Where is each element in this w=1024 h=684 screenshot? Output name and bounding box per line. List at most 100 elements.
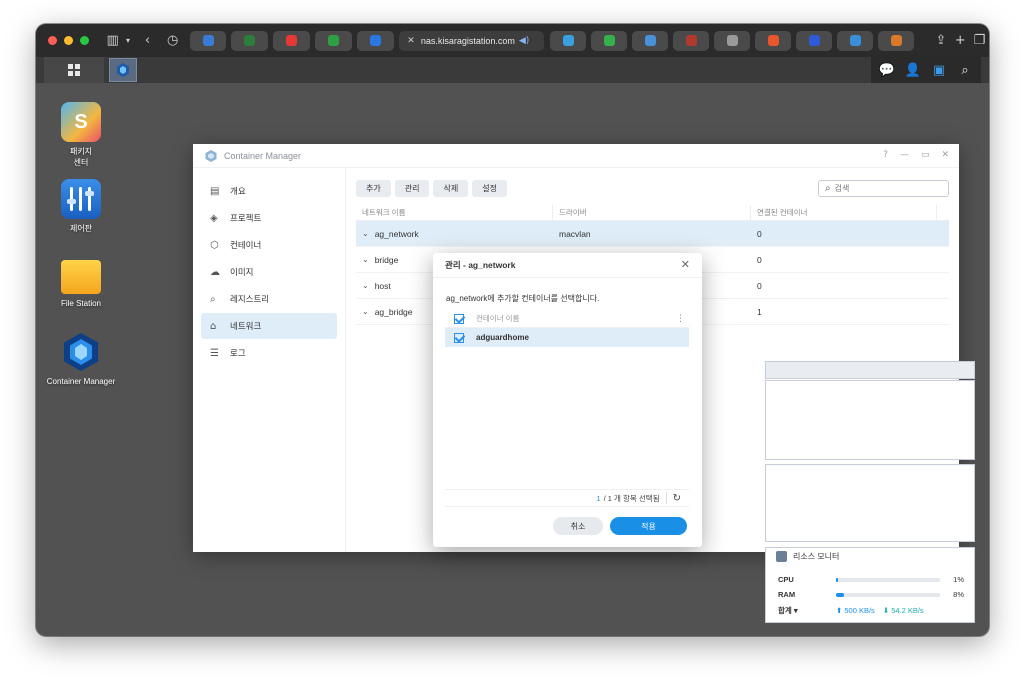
refresh-icon[interactable]: ↻ — [673, 493, 681, 504]
chevron-down-icon[interactable]: ⌄ — [362, 307, 369, 316]
total-selector[interactable]: 합계 ▾ — [778, 605, 836, 616]
dialog-title: 관리 - ag_network — [433, 253, 702, 278]
network-name: bridge — [374, 254, 399, 265]
search-icon[interactable]: ⌕ — [955, 63, 975, 78]
address-tab[interactable]: ✕ nas.kisaragistation.com ◀) — [399, 30, 545, 51]
maximize-icon[interactable]: ▭ — [921, 150, 930, 160]
minimize-window-button[interactable] — [64, 36, 73, 45]
browser-tab[interactable] — [591, 30, 628, 51]
browser-tab[interactable] — [273, 30, 311, 51]
table-row[interactable]: ⌄ ag_network macvlan 0 — [356, 221, 949, 247]
container-count-cell: 0 — [757, 280, 762, 291]
column-header-driver[interactable]: 드라이버 — [553, 205, 751, 220]
tab-favicon-icon — [685, 35, 697, 46]
desktop-file-station[interactable]: File Station — [36, 256, 126, 309]
browser-tab[interactable] — [673, 30, 710, 51]
settings-button[interactable]: 설정 — [472, 180, 507, 197]
close-icon[interactable]: ✕ — [941, 150, 949, 160]
widgets-icon[interactable]: ▣ — [929, 63, 949, 78]
back-icon[interactable]: ‹ — [138, 33, 157, 48]
tab-favicon-icon — [726, 35, 738, 46]
main-menu-button[interactable] — [44, 57, 104, 83]
widget-title: 리소스 모니터 — [793, 552, 840, 561]
help-icon[interactable]: ? — [883, 150, 888, 160]
column-header-containers[interactable]: 연결된 컨테이너 — [751, 205, 937, 220]
tab-favicon-icon — [244, 35, 256, 46]
cancel-button[interactable]: 취소 — [553, 517, 603, 535]
new-tab-icon[interactable]: + — [951, 33, 970, 48]
widget-panel — [765, 380, 975, 460]
column-header-name[interactable]: 네트워크 이름 — [356, 205, 553, 220]
ram-percent: 8% — [953, 590, 964, 599]
browser-tab[interactable] — [755, 30, 792, 51]
desktop-control-panel[interactable]: 제어판 — [36, 179, 126, 234]
dsm-tray: 💬 👤 ▣ ⌕ — [871, 57, 981, 83]
browser-tab[interactable] — [315, 30, 353, 51]
browser-tab[interactable] — [837, 30, 874, 51]
notification-icon[interactable]: 💬 — [877, 63, 897, 78]
manage-button[interactable]: 관리 — [394, 180, 430, 197]
cpu-percent: 1% — [953, 575, 964, 584]
select-all-checkbox[interactable] — [454, 313, 464, 324]
desktop-icon-label: 제어판 — [69, 224, 93, 233]
browser-tab[interactable] — [878, 30, 915, 51]
list-item[interactable]: adguardhome — [445, 328, 689, 347]
url-text: nas.kisaragistation.com — [420, 35, 515, 46]
close-window-button[interactable] — [48, 36, 57, 45]
add-button[interactable]: 추가 — [356, 180, 391, 197]
chevron-down-icon[interactable]: ▾ — [122, 36, 134, 45]
desktop-package-center[interactable]: S 패키지 센터 — [36, 102, 126, 168]
ram-bar — [836, 592, 940, 597]
close-tab-icon[interactable]: ✕ — [407, 36, 415, 46]
sidebar-item-project[interactable]: ◈ 프로젝트 — [201, 205, 337, 231]
window-controls — [48, 36, 89, 45]
item-checkbox[interactable] — [454, 332, 464, 343]
sidebar-item-overview[interactable]: ▤ 개요 — [201, 178, 337, 204]
window-titlebar[interactable]: Container Manager — [193, 144, 959, 168]
minimize-icon[interactable]: — — [900, 150, 909, 160]
browser-tab[interactable] — [190, 30, 227, 51]
desktop-container-manager[interactable]: Container Manager — [36, 332, 126, 387]
container-count-cell: 1 — [757, 306, 762, 317]
sidebar-item-network[interactable]: ⌂ 네트워크 — [201, 313, 337, 339]
sidebar-item-container[interactable]: ⬡ 컨테이너 — [201, 232, 337, 258]
cpu-row: CPU 1% — [778, 575, 964, 584]
sidebar-item-label: 컨테이너 — [230, 240, 262, 250]
tab-favicon-icon — [603, 35, 615, 46]
browser-tab[interactable] — [796, 30, 833, 51]
search-box[interactable]: ⌕ — [818, 180, 949, 197]
container-count-cell: 0 — [757, 228, 762, 239]
desktop-icon-label: 패키지 센터 — [69, 147, 93, 167]
taskbar-container-manager[interactable] — [109, 58, 137, 82]
browser-toolbar: ▥ ▾ ‹ ◷ ✕ nas.kisaragistation.com ◀) ⇪ +… — [36, 24, 989, 57]
more-options-icon[interactable]: ⋮ — [676, 314, 685, 324]
column-header-container-name: 컨테이너 이름 — [476, 314, 520, 323]
sidebar-item-label: 개요 — [230, 186, 246, 196]
browser-tab[interactable] — [714, 30, 751, 51]
network-name-cell: ⌄ ag_network — [356, 229, 553, 239]
chevron-down-icon[interactable]: ⌄ — [362, 229, 369, 238]
share-icon[interactable]: ⇪ — [931, 33, 950, 48]
browser-tab[interactable] — [231, 30, 269, 51]
chevron-down-icon[interactable]: ⌄ — [362, 281, 369, 290]
sidebar-toggle-icon[interactable]: ▥ — [103, 33, 122, 48]
history-icon[interactable]: ◷ — [163, 33, 182, 48]
browser-tab[interactable] — [632, 30, 669, 51]
close-icon[interactable]: ✕ — [681, 258, 690, 271]
apply-button[interactable]: 적용 — [610, 517, 687, 535]
sidebar-item-log[interactable]: ☰ 로그 — [201, 340, 337, 366]
user-icon[interactable]: 👤 — [903, 63, 923, 78]
zoom-window-button[interactable] — [80, 36, 89, 45]
browser-tab[interactable] — [357, 30, 395, 51]
log-icon: ☰ — [210, 347, 219, 359]
tab-favicon-icon — [808, 35, 820, 46]
browser-tab[interactable] — [550, 30, 587, 51]
upload-value: 500 KB/s — [844, 606, 875, 615]
delete-button[interactable]: 삭제 — [433, 180, 469, 197]
speaker-icon[interactable]: ◀) — [519, 36, 529, 46]
search-input[interactable] — [834, 184, 935, 193]
sidebar-item-image[interactable]: ☁ 이미지 — [201, 259, 337, 285]
sidebar-item-registry[interactable]: ⌕ 레지스트리 — [201, 286, 337, 312]
tab-overview-icon[interactable]: ❐ — [970, 33, 989, 48]
chevron-down-icon[interactable]: ⌄ — [362, 255, 369, 264]
